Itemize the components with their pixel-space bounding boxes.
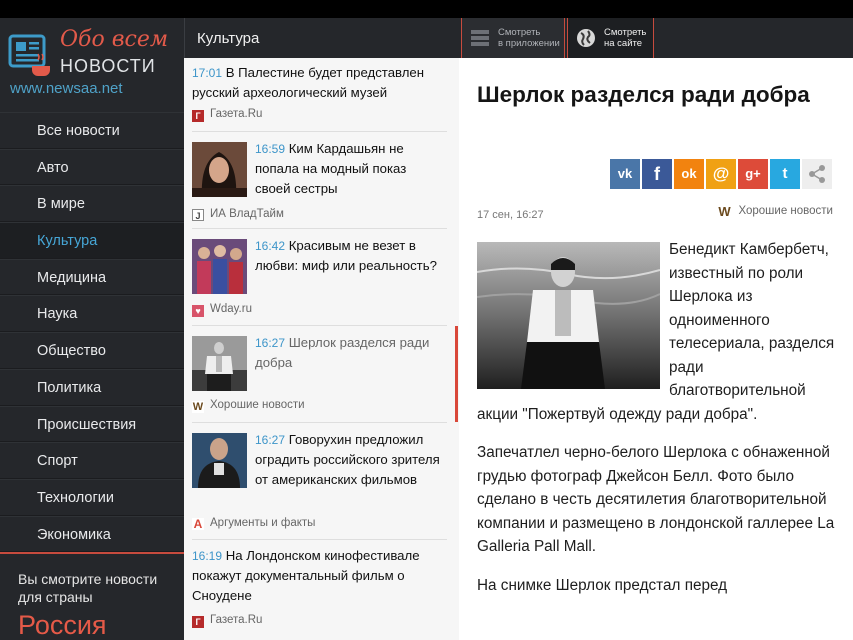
newspaper-logo-icon <box>8 34 50 76</box>
feed-thumbnail <box>192 142 247 197</box>
nav-item-politics[interactable]: Политика <box>0 368 184 406</box>
aif-icon: A <box>192 517 204 531</box>
feed-thumbnail <box>192 433 247 488</box>
country-note: Вы смотрите новости для страны <box>18 571 158 605</box>
article-header-bar: Смотреть в приложении Смотреть на сайте <box>459 18 853 58</box>
feed-item[interactable]: 17:01 В Палестине будет представлен русс… <box>192 58 447 132</box>
feed-item-time: 16:27 <box>255 336 286 350</box>
twitter-share-button[interactable]: t <box>770 159 800 189</box>
view-in-app-button[interactable]: Смотреть в приложении <box>461 18 565 58</box>
feed-item-source: A Аргументы и факты <box>192 517 316 531</box>
feed-item-time: 16:19 <box>192 549 223 563</box>
feed-item-source: Г Газета.Ru <box>192 614 262 628</box>
news-feed: 17:01 В Палестине будет представлен русс… <box>184 58 459 640</box>
nav-item-technology[interactable]: Технологии <box>0 478 184 516</box>
logo-title: Обо всем <box>60 27 169 52</box>
view-on-site-button[interactable]: Смотреть на сайте <box>567 18 654 58</box>
nav-item-science[interactable]: Наука <box>0 295 184 333</box>
feed-item-title: В Палестине будет представлен русский ар… <box>192 65 425 100</box>
vk-share-button[interactable]: vk <box>610 159 640 189</box>
logo-subtitle: НОВОСТИ <box>60 56 156 76</box>
feed-item[interactable]: 16:19 На Лондонском кинофестивале покажу… <box>192 540 447 640</box>
view-on-site-line1: Смотреть <box>604 27 647 38</box>
article: Шерлок разделся ради добра vk f ok @ g+ … <box>459 58 853 640</box>
article-title: Шерлок разделся ради добра <box>477 82 810 107</box>
article-paragraph: На снимке Шерлок предстал перед <box>477 576 728 594</box>
feed-item-time: 16:27 <box>255 433 286 447</box>
article-paragraph: Бенедикт Камбербетч, известный по роли Ш… <box>477 238 837 426</box>
view-in-app-line1: Смотреть <box>498 27 541 38</box>
feed-item-title: На Лондонском кинофестивале покажут доку… <box>192 548 420 603</box>
nav-item-auto[interactable]: Авто <box>0 148 184 186</box>
feed-thumbnail <box>192 239 247 294</box>
feed-thumbnail <box>192 336 247 391</box>
nav-item-all[interactable]: Все новости <box>0 112 184 149</box>
feed-item-text: 16:42 Красивым не везет в любви: миф или… <box>255 236 445 276</box>
article-body: Бенедикт Камбербетч, известный по роли Ш… <box>477 238 837 612</box>
gazeta-ru-icon: Г <box>192 616 204 628</box>
good-news-icon: W <box>192 401 204 413</box>
view-in-app-line2: в приложении <box>498 38 560 49</box>
wday-icon: ♥ <box>192 305 204 317</box>
feed-item-time: 17:01 <box>192 66 223 80</box>
current-item-indicator <box>455 326 458 422</box>
feed-item-source: Г Газета.Ru <box>192 108 262 122</box>
feed-item-source: J ИА ВладТайм <box>192 208 284 221</box>
feed-item[interactable]: 16:42 Красивым не везет в любви: миф или… <box>192 229 447 326</box>
odnoklassniki-share-button[interactable]: ok <box>674 159 704 189</box>
gazeta-ru-icon: Г <box>192 110 204 122</box>
status-bar <box>0 0 853 18</box>
facebook-share-button[interactable]: f <box>642 159 672 189</box>
article-source[interactable]: W Хорошие новости <box>716 205 833 218</box>
feed-item-source: ♥ Wday.ru <box>192 303 252 317</box>
feed-item-source: W Хорошие новости <box>192 399 305 413</box>
globe-icon <box>577 29 595 47</box>
googleplus-share-button[interactable]: g+ <box>738 159 768 189</box>
feed-item-time: 16:42 <box>255 239 286 253</box>
logo-url: www.newsaa.net <box>10 80 123 97</box>
feed-item[interactable]: 16:27 Говорухин предложил оградить росси… <box>192 423 447 540</box>
article-paragraph: Запечатлел черно-белого Шерлока с обнаже… <box>477 444 835 555</box>
site-logo[interactable]: Обо всем НОВОСТИ www.newsaa.net <box>0 18 184 110</box>
app-list-icon <box>471 30 489 46</box>
nav-item-incidents[interactable]: Происшествия <box>0 405 184 443</box>
share-button[interactable] <box>802 159 832 189</box>
vladtime-icon: J <box>192 209 204 221</box>
good-news-icon: W <box>716 204 733 219</box>
photo-spacer <box>477 238 669 390</box>
share-icon <box>809 165 825 183</box>
nav-item-society[interactable]: Общество <box>0 332 184 369</box>
sidebar: Обо всем НОВОСТИ www.newsaa.net Все ново… <box>0 18 184 640</box>
feed-item-current[interactable]: 16:27 Шерлок разделся ради добра W Хороши… <box>192 326 447 423</box>
category-nav: Все новости Авто В мире Культура Медицин… <box>0 112 184 553</box>
country-selector[interactable]: Россия <box>18 610 107 640</box>
feed-item-text: 16:27 Говорухин предложил оградить росси… <box>255 430 445 490</box>
feed-item-time: 16:59 <box>255 142 286 156</box>
feed-header: Культура <box>184 18 459 58</box>
nav-item-medicine[interactable]: Медицина <box>0 258 184 296</box>
feed-item-text: 17:01 В Палестине будет представлен русс… <box>192 63 447 103</box>
article-date: 17 сен, 16:27 <box>477 209 544 221</box>
view-on-site-line2: на сайте <box>604 38 643 49</box>
feed-item-text: 16:19 На Лондонском кинофестивале покажу… <box>192 546 447 606</box>
nav-divider <box>0 552 184 554</box>
nav-item-culture[interactable]: Культура <box>0 222 184 259</box>
feed-item[interactable]: 16:59 Ким Кардашьян не попала на модный … <box>192 132 447 229</box>
nav-item-economy[interactable]: Экономика <box>0 515 184 553</box>
mailru-share-button[interactable]: @ <box>706 159 736 189</box>
nav-item-world[interactable]: В мире <box>0 185 184 223</box>
feed-item-text: 16:59 Ким Кардашьян не попала на модный … <box>255 139 445 199</box>
feed-category-title: Культура <box>197 30 260 47</box>
nav-item-sport[interactable]: Спорт <box>0 442 184 479</box>
feed-item-text: 16:27 Шерлок разделся ради добра <box>255 333 445 373</box>
